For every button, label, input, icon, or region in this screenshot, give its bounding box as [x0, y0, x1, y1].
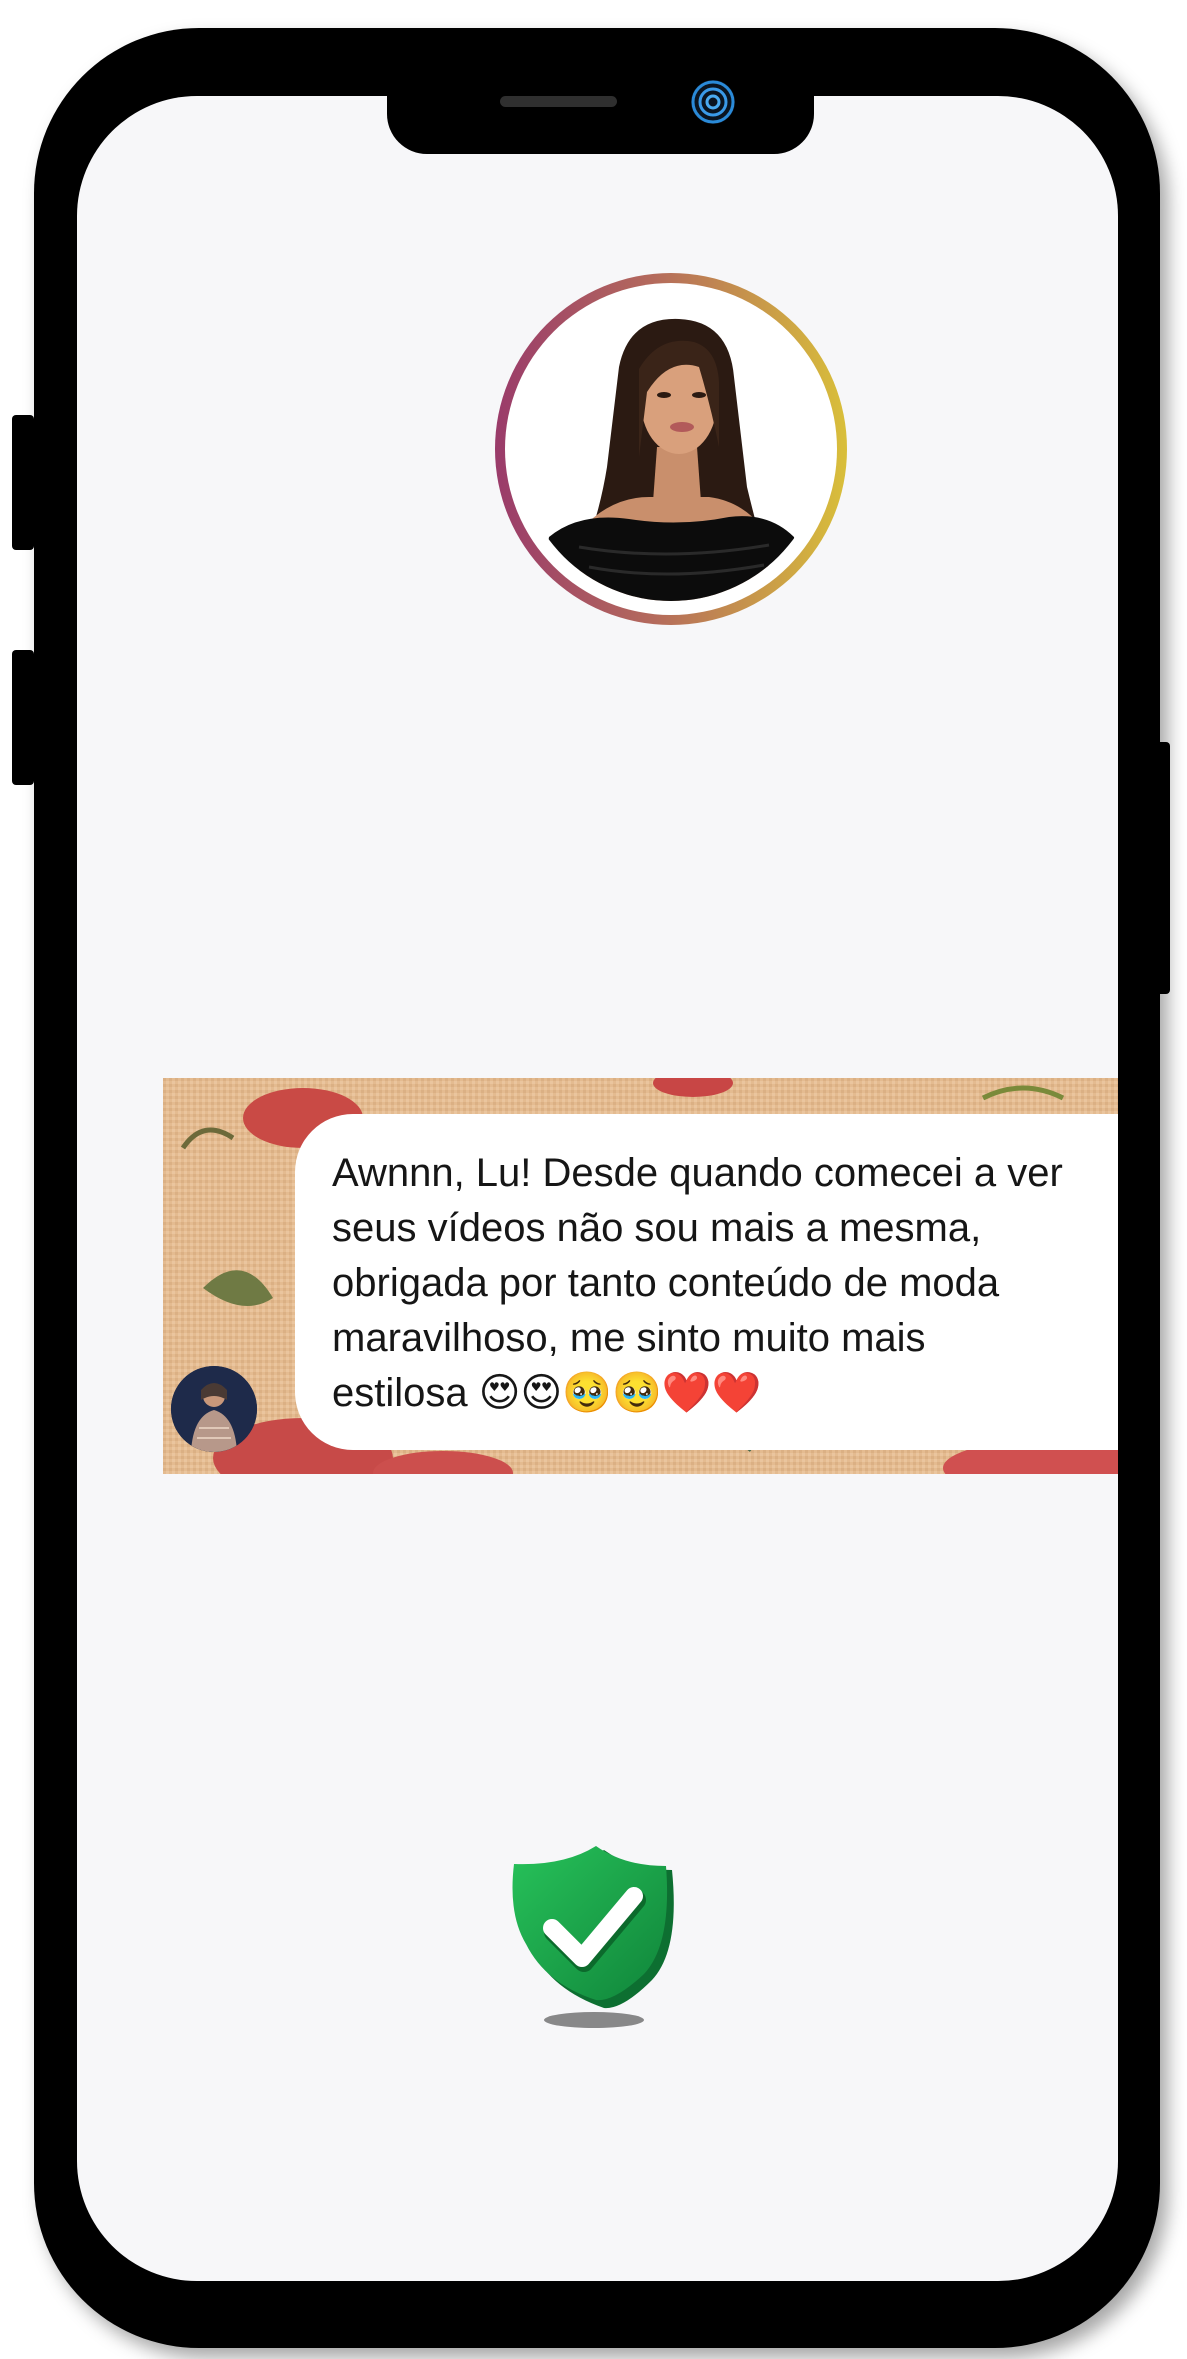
- comment-card: Awnnn, Lu! Desde quando comecei a ver se…: [163, 1078, 1118, 1474]
- check-shield-icon: [512, 1846, 674, 2028]
- phone-notch: [387, 28, 814, 154]
- profile-avatar: [519, 297, 823, 601]
- comment-text: Awnnn, Lu! Desde quando comecei a ver se…: [332, 1151, 1063, 1415]
- profile-avatar-inner: [505, 283, 837, 615]
- comment-bubble: Awnnn, Lu! Desde quando comecei a ver se…: [295, 1114, 1118, 1450]
- camera-icon: [691, 80, 735, 124]
- commenter-avatar[interactable]: [171, 1366, 257, 1452]
- phone-mockup: Awnnn, Lu! Desde quando comecei a ver se…: [0, 0, 1187, 2359]
- profile-photo: [519, 297, 823, 601]
- commenter-photo: [171, 1366, 257, 1452]
- profile-avatar-ring[interactable]: [495, 273, 847, 625]
- volume-down-button: [12, 650, 34, 785]
- volume-up-button: [12, 415, 34, 550]
- speaker-grille: [500, 96, 617, 107]
